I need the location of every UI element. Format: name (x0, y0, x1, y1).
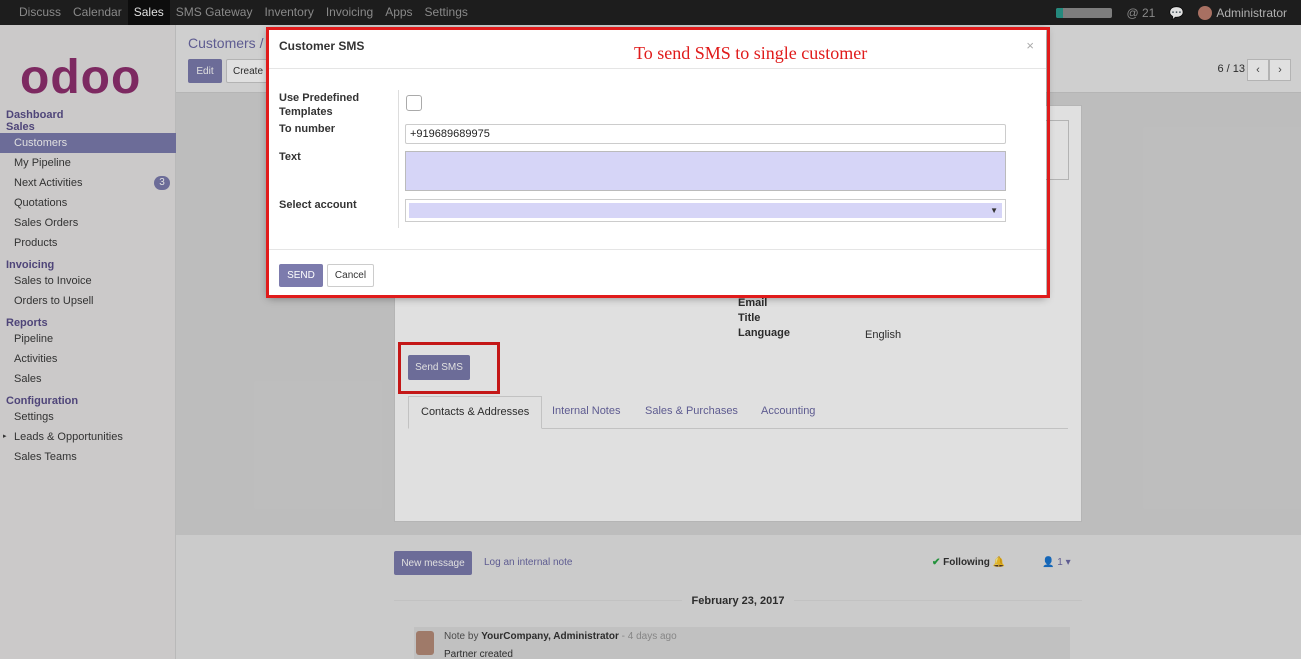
customer-sms-dialog: Customer SMS To send SMS to single custo… (268, 28, 1046, 296)
send-button[interactable]: SEND (279, 264, 323, 287)
to-number-label: To number (279, 123, 336, 135)
cancel-button[interactable]: Cancel (327, 264, 374, 287)
annotation-text: To send SMS to single customer (634, 43, 868, 63)
account-label: Select account (279, 199, 357, 211)
sms-text-area[interactable] (405, 151, 1006, 191)
use-templates-label: Use Predefined Templates (279, 92, 360, 118)
dialog-title: Customer SMS (279, 39, 365, 53)
account-select[interactable]: ▼ (405, 199, 1006, 222)
text-label: Text (279, 151, 301, 163)
to-number-field[interactable]: +919689689975 (405, 124, 1006, 144)
close-icon[interactable]: × (1026, 38, 1034, 53)
caret-down-icon: ▼ (990, 206, 998, 215)
use-templates-checkbox[interactable] (406, 95, 422, 111)
